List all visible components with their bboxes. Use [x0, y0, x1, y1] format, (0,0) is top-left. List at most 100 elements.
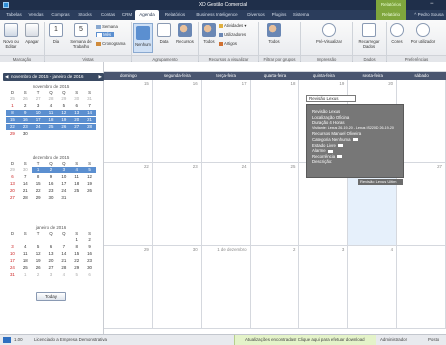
mini-calendar-day[interactable]: 3 [6, 244, 19, 250]
delete-button[interactable]: Apagar [23, 23, 41, 44]
mini-calendar-day[interactable]: 7 [83, 103, 96, 109]
mini-calendar-day[interactable]: 31 [57, 195, 70, 201]
mini-calendar-day[interactable]: 18 [70, 181, 83, 187]
mini-calendar-day[interactable]: 30 [19, 167, 32, 173]
mini-calendar-day[interactable]: 30 [83, 265, 96, 271]
mini-calendar-day[interactable]: 20 [70, 117, 84, 123]
mini-calendar-day[interactable]: 6 [70, 103, 83, 109]
mini-calendar-day[interactable]: 24 [31, 124, 45, 130]
mini-calendar-day[interactable]: 31 [6, 272, 19, 278]
mini-calendar-day[interactable]: 5 [70, 272, 83, 278]
mini-calendar-day[interactable]: 25 [19, 265, 32, 271]
tab-agenda[interactable]: Agenda [135, 10, 159, 20]
mini-calendar-day[interactable]: 1 [70, 237, 83, 243]
mini-calendar-day[interactable]: 29 [6, 131, 19, 137]
minimize-icon[interactable]: − [430, 1, 434, 7]
tab-relatorio[interactable]: Relatório [376, 10, 406, 20]
user-menu[interactable]: ^ Pedro Sousa [412, 10, 446, 20]
mini-calendar-day[interactable]: 5 [32, 244, 45, 250]
mini-calendar-day[interactable]: 28 [45, 96, 58, 102]
mini-calendar-day[interactable]: 22 [32, 188, 45, 194]
prev-arrow-icon[interactable]: ◀ [5, 73, 8, 81]
mini-calendar-day[interactable]: 6 [83, 272, 96, 278]
mini-calendar-day[interactable]: 12 [32, 251, 45, 257]
mini-calendar-day[interactable]: 29 [57, 96, 70, 102]
mini-calendar-day[interactable]: 2 [32, 272, 45, 278]
mini-calendar-day[interactable]: 10 [6, 251, 19, 257]
mini-calendar-day[interactable]: 18 [44, 117, 58, 123]
tab-vendas[interactable]: Vendas [26, 10, 46, 20]
mini-calendar-day[interactable]: 25 [6, 96, 19, 102]
mini-calendar-day[interactable]: 11 [44, 110, 58, 116]
mini-calendar-day[interactable]: 29 [6, 167, 19, 173]
mini-calendar-day[interactable]: 23 [45, 188, 58, 194]
mini-calendar-day[interactable]: 5 [57, 103, 70, 109]
tab-stocks[interactable]: Stocks [74, 10, 96, 20]
mini-calendar-day[interactable]: 30 [19, 131, 32, 137]
mini-calendar-day[interactable]: 20 [45, 258, 58, 264]
mini-calendar-day[interactable]: 9 [83, 244, 96, 250]
mini-calendar-day[interactable]: 22 [6, 124, 19, 130]
activities-button[interactable]: Atividades ▾ [219, 23, 253, 28]
users-button[interactable]: Utilizadores [219, 32, 255, 37]
mini-calendar-day[interactable]: 7 [57, 244, 70, 250]
mini-calendar-day[interactable]: 30 [45, 195, 58, 201]
calendar-day-cell[interactable]: 2 [250, 246, 300, 329]
calendar-day-cell[interactable]: 4 [348, 246, 398, 329]
today-button[interactable]: Today [36, 292, 66, 301]
appointment[interactable]: Revisão Lexus Ultim [358, 179, 403, 185]
mini-calendar-day[interactable]: 12 [57, 110, 71, 116]
calendar-day-cell[interactable]: 25 [250, 163, 300, 246]
week-button[interactable]: Semana [96, 24, 126, 29]
mini-calendar-day[interactable]: 27 [70, 124, 84, 130]
group-none-button[interactable]: Nenhum [133, 23, 153, 53]
calendar-day-cell[interactable]: 1 de dezembro [201, 246, 251, 329]
mini-calendar-day[interactable]: 10 [31, 110, 45, 116]
mini-calendar-day[interactable]: 2 [83, 237, 96, 243]
timeline-button[interactable]: Cronograma [96, 41, 130, 46]
mini-calendar-day[interactable]: 8 [6, 110, 19, 116]
calendar-day-cell[interactable] [397, 246, 446, 329]
tab-tabelas[interactable]: Tabelas [3, 10, 25, 20]
mini-calendar-day[interactable]: 16 [83, 251, 96, 257]
mini-calendar-day[interactable]: 6 [45, 244, 58, 250]
mini-calendar-day[interactable]: 5 [83, 167, 96, 173]
mini-calendar-day[interactable]: 14 [57, 251, 70, 257]
calendar-day-cell[interactable] [397, 80, 446, 163]
mini-calendar-day[interactable]: 26 [83, 188, 96, 194]
update-notice[interactable]: Atualizações encontradas! Clique aqui pa… [234, 335, 376, 345]
mini-calendar-day[interactable]: 22 [70, 258, 83, 264]
mini-calendar-day[interactable]: 10 [57, 174, 70, 180]
mini-calendar-day[interactable]: 25 [44, 124, 58, 130]
mini-calendar-day[interactable]: 3 [57, 167, 71, 173]
mini-calendar-day[interactable]: 2 [44, 167, 58, 173]
tab-crm[interactable]: CRM [120, 10, 134, 20]
calendar-day-cell[interactable]: 16 [152, 80, 202, 163]
mini-calendar-day[interactable]: 17 [57, 181, 70, 187]
mini-calendar-day[interactable]: 23 [18, 124, 32, 130]
mini-calendar-day[interactable]: 4 [57, 272, 70, 278]
mini-calendar-day[interactable]: 19 [83, 181, 96, 187]
mini-calendar-day[interactable]: 13 [6, 181, 19, 187]
filter-all-button[interactable]: Todos [262, 23, 286, 44]
mini-calendar-day[interactable]: 26 [19, 96, 32, 102]
print-preview-button[interactable]: Pré-Visualizar [312, 23, 346, 44]
calendar-day-cell[interactable]: 27 [397, 163, 446, 246]
mini-calendar-day[interactable]: 9 [45, 174, 58, 180]
new-edit-button[interactable]: Novo ou Editar [2, 23, 20, 49]
calendar-day-cell[interactable]: 30 [152, 246, 202, 329]
mini-calendar-day[interactable]: 12 [83, 174, 96, 180]
articles-button[interactable]: Artigos [219, 41, 249, 46]
mini-calendar-day[interactable]: 28 [19, 195, 32, 201]
mini-calendar-day[interactable]: 8 [70, 244, 83, 250]
mini-calendar-day[interactable]: 6 [6, 174, 19, 180]
mini-calendar-day[interactable]: 13 [45, 251, 58, 257]
mini-calendar-day[interactable]: 29 [70, 265, 83, 271]
mini-calendar-day[interactable]: 4 [19, 244, 32, 250]
day-view-button[interactable]: 1 Dia [47, 23, 65, 44]
tab-sistema[interactable]: Sistema [290, 10, 312, 20]
calendar-day-cell[interactable]: 24 [201, 163, 251, 246]
mini-calendar-day[interactable]: 15 [6, 117, 19, 123]
calendar-day-cell[interactable]: 23 [152, 163, 202, 246]
appointment[interactable]: Revisão Lexus [306, 95, 356, 102]
